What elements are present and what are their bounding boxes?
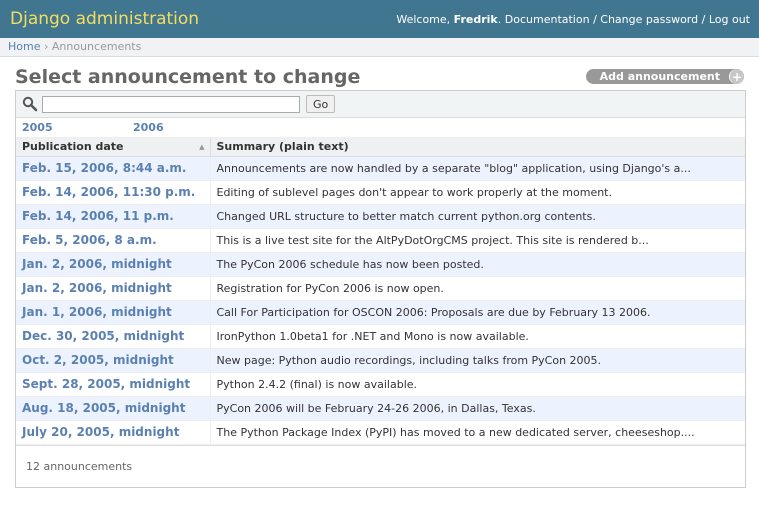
result-count: 12 announcements — [26, 459, 133, 473]
summary-cell: IronPython 1.0beta1 for .NET and Mono is… — [210, 324, 745, 349]
add-announcement-button[interactable]: Add announcement + — [585, 69, 744, 84]
date-cell: July 20, 2005, midnight — [16, 420, 211, 445]
date-hierarchy-year-2005[interactable]: 2005 — [22, 121, 133, 134]
search-input[interactable] — [42, 95, 300, 113]
breadcrumb-home[interactable]: Home — [8, 40, 40, 53]
table-row: Jan. 1, 2006, midnight Call For Particip… — [16, 300, 745, 325]
announcement-link[interactable]: Aug. 18, 2005, midnight — [22, 401, 185, 415]
column-header-label: Publication date — [22, 140, 124, 154]
documentation-link[interactable]: Documentation — [505, 13, 590, 26]
content: Select announcement to change Add announ… — [0, 57, 759, 488]
date-cell: Feb. 15, 2006, 8:44 a.m. — [16, 156, 211, 181]
summary-cell: New page: Python audio recordings, inclu… — [210, 348, 745, 373]
search-toolbar: Go — [16, 91, 745, 118]
paginator: 12 announcements — [16, 444, 745, 487]
summary-cell: Python 2.4.2 (final) is now available. — [210, 372, 745, 397]
announcement-link[interactable]: Feb. 15, 2006, 8:44 a.m. — [22, 161, 187, 175]
date-hierarchy: 2005 2006 — [16, 118, 745, 138]
announcement-link[interactable]: Jan. 1, 2006, midnight — [22, 305, 172, 319]
results-table: Publication date ▲ Summary (plain text) … — [16, 138, 745, 445]
announcement-link[interactable]: Feb. 14, 2006, 11:30 p.m. — [22, 185, 195, 199]
date-cell: Jan. 1, 2006, midnight — [16, 300, 211, 325]
logout-link[interactable]: Log out — [709, 13, 750, 26]
column-header-summary[interactable]: Summary (plain text) — [210, 138, 745, 157]
table-header-row: Publication date ▲ Summary (plain text) — [16, 138, 745, 157]
table-row: Dec. 30, 2005, midnight IronPython 1.0be… — [16, 324, 745, 349]
table-row: Feb. 15, 2006, 8:44 a.m. Announcements a… — [16, 156, 745, 181]
header: Django administration Welcome, Fredrik. … — [0, 0, 759, 38]
username: Fredrik — [453, 12, 498, 26]
summary-cell: Changed URL structure to better match cu… — [210, 204, 745, 229]
summary-cell: Call For Participation for OSCON 2006: P… — [210, 300, 745, 325]
column-header-label: Summary (plain text) — [216, 140, 349, 154]
column-header-publication-date[interactable]: Publication date ▲ — [16, 138, 211, 157]
date-cell: Dec. 30, 2005, midnight — [16, 324, 211, 349]
announcement-link[interactable]: Oct. 2, 2005, midnight — [22, 353, 174, 367]
welcome-text: Welcome, — [396, 12, 451, 26]
breadcrumb-separator: › — [40, 40, 52, 53]
table-row: Feb. 14, 2006, 11:30 p.m. Editing of sub… — [16, 180, 745, 205]
table-row: Feb. 14, 2006, 11 p.m. Changed URL struc… — [16, 204, 745, 229]
user-tools: Welcome, Fredrik. Documentation / Change… — [396, 12, 750, 26]
date-cell: Feb. 14, 2006, 11 p.m. — [16, 204, 211, 229]
announcement-link[interactable]: Dec. 30, 2005, midnight — [22, 329, 184, 343]
plus-icon: + — [729, 69, 744, 84]
table-row: Oct. 2, 2005, midnight New page: Python … — [16, 348, 745, 373]
table-row: July 20, 2005, midnight The Python Packa… — [16, 420, 745, 445]
change-password-link[interactable]: Change password — [600, 13, 698, 26]
date-cell: Feb. 5, 2006, 8 a.m. — [16, 228, 211, 253]
table-row: Feb. 5, 2006, 8 a.m. This is a live test… — [16, 228, 745, 253]
announcement-link[interactable]: Jan. 2, 2006, midnight — [22, 257, 172, 271]
date-cell: Feb. 14, 2006, 11:30 p.m. — [16, 180, 211, 205]
date-cell: Jan. 2, 2006, midnight — [16, 252, 211, 277]
summary-cell: Announcements are now handled by a separ… — [210, 156, 745, 181]
date-hierarchy-year-2006[interactable]: 2006 — [133, 121, 164, 134]
announcement-link[interactable]: Feb. 5, 2006, 8 a.m. — [22, 233, 157, 247]
table-row: Jan. 2, 2006, midnight Registration for … — [16, 276, 745, 301]
go-button[interactable]: Go — [306, 95, 336, 113]
date-cell: Oct. 2, 2005, midnight — [16, 348, 211, 373]
changelist: Go 2005 2006 Publication date ▲ Summary … — [15, 90, 746, 488]
summary-cell: Registration for PyCon 2006 is now open. — [210, 276, 745, 301]
announcement-link[interactable]: July 20, 2005, midnight — [22, 425, 179, 439]
summary-cell: The PyCon 2006 schedule has now been pos… — [210, 252, 745, 277]
add-announcement-label: Add announcement — [599, 70, 720, 83]
table-row: Jan. 2, 2006, midnight The PyCon 2006 sc… — [16, 252, 745, 277]
table-row: Aug. 18, 2005, midnight PyCon 2006 will … — [16, 396, 745, 421]
separator: / — [698, 12, 709, 26]
announcement-link[interactable]: Jan. 2, 2006, midnight — [22, 281, 172, 295]
table-row: Sept. 28, 2005, midnight Python 2.4.2 (f… — [16, 372, 745, 397]
summary-cell: The Python Package Index (PyPI) has move… — [210, 420, 745, 445]
breadcrumb: Home › Announcements — [0, 38, 759, 57]
search-icon — [22, 96, 38, 112]
date-cell: Sept. 28, 2005, midnight — [16, 372, 211, 397]
site-branding: Django administration — [10, 9, 200, 29]
breadcrumb-current: Announcements — [51, 40, 142, 53]
summary-cell: PyCon 2006 will be February 24-26 2006, … — [210, 396, 745, 421]
summary-cell: Editing of sublevel pages don't appear t… — [210, 180, 745, 205]
separator: / — [589, 12, 601, 26]
date-cell: Aug. 18, 2005, midnight — [16, 396, 211, 421]
summary-cell: This is a live test site for the AltPyDo… — [210, 228, 745, 253]
sort-ascending-icon: ▲ — [199, 143, 205, 151]
announcement-link[interactable]: Feb. 14, 2006, 11 p.m. — [22, 209, 174, 223]
announcement-link[interactable]: Sept. 28, 2005, midnight — [22, 377, 190, 391]
date-cell: Jan. 2, 2006, midnight — [16, 276, 211, 301]
